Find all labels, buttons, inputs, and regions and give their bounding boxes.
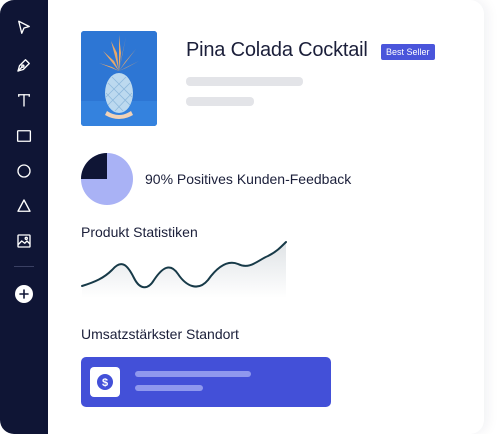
location-card[interactable]: $ xyxy=(81,357,331,407)
triangle-tool-icon xyxy=(17,199,31,212)
pen-tool-icon xyxy=(17,59,30,72)
image-tool-button[interactable] xyxy=(13,230,35,252)
triangle-tool-button[interactable] xyxy=(13,195,35,217)
pie-slice-rest xyxy=(81,153,107,179)
text-tool-icon xyxy=(18,94,30,107)
rectangle-tool-button[interactable] xyxy=(13,125,35,147)
add-button[interactable] xyxy=(15,285,33,303)
product-image xyxy=(81,31,157,126)
svg-text:$: $ xyxy=(102,377,108,389)
pen-tool-button[interactable] xyxy=(13,54,35,76)
app-window: Pina Colada Cocktail Best Seller 90% Pos… xyxy=(0,0,500,434)
feedback-pie-chart xyxy=(81,153,133,205)
placeholder-line xyxy=(186,97,254,106)
placeholder-line xyxy=(186,77,303,86)
placeholder-line xyxy=(135,371,251,377)
circle-tool-icon xyxy=(17,164,31,178)
image-tool-icon xyxy=(17,234,31,248)
best-seller-badge: Best Seller xyxy=(381,44,435,60)
location-icon-box: $ xyxy=(90,367,120,397)
cursor-arrow-icon xyxy=(18,20,30,34)
rectangle-tool-icon xyxy=(16,130,32,142)
placeholder-line xyxy=(135,385,203,391)
stats-sparkline xyxy=(81,241,287,298)
select-tool-button[interactable] xyxy=(13,17,35,39)
ellipse-tool-button[interactable] xyxy=(13,160,35,182)
feedback-label: 90% Positives Kunden-Feedback xyxy=(145,171,352,187)
sidebar-divider xyxy=(14,266,34,267)
plus-circle-icon xyxy=(19,289,29,299)
product-title: Pina Colada Cocktail xyxy=(186,39,368,61)
location-heading: Umsatzstärkster Standort xyxy=(81,326,239,342)
tool-sidebar xyxy=(0,0,48,434)
text-tool-button[interactable] xyxy=(13,89,35,111)
dollar-circle-icon: $ xyxy=(97,374,113,390)
